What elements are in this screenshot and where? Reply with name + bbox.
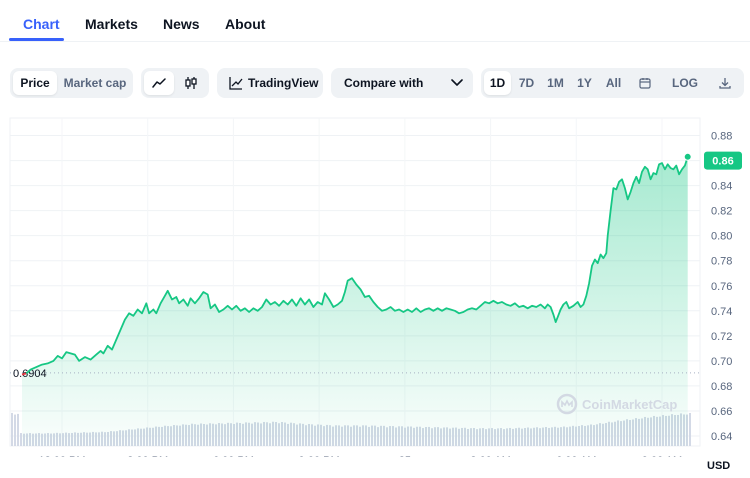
range-all-button[interactable]: All [600, 71, 627, 95]
price-line-down-segment [21, 372, 27, 376]
download-button[interactable] [711, 71, 739, 95]
y-tick-label: 0.84 [711, 181, 732, 193]
compare-dropdown[interactable]: Compare with [331, 68, 473, 98]
download-icon [719, 78, 731, 89]
range-1m-button[interactable]: 1M [542, 71, 569, 95]
current-price-label: 0.86 [712, 156, 733, 168]
volume-bar [20, 433, 22, 446]
range-1d-button[interactable]: 1D [484, 71, 511, 95]
chevron-down-icon [451, 79, 463, 86]
y-tick-label: 0.74 [711, 306, 732, 318]
x-tick-label: 6:00 AM [556, 455, 596, 457]
candlestick-button[interactable] [176, 71, 206, 95]
chart-style-toggle [141, 68, 209, 98]
x-tick-label: 25 [399, 455, 411, 457]
volume-bar [14, 414, 16, 446]
x-tick-label: 9:00 AM [642, 455, 682, 457]
tradingview-icon [229, 77, 243, 90]
x-tick-label: 3:00 AM [470, 455, 510, 457]
tab-bar: Chart Markets News About [0, 0, 750, 42]
active-tab-indicator [9, 38, 64, 41]
y-tick-label: 0.68 [711, 381, 732, 393]
x-tick-label: 9:00 PM [299, 455, 340, 457]
price-chart[interactable]: CoinMarketCap 0.6904 0.880.860.840.820.8… [0, 112, 750, 457]
line-chart-icon [152, 78, 166, 88]
price-button[interactable]: Price [13, 71, 57, 95]
tab-markets[interactable]: Markets [85, 16, 138, 32]
x-tick-label: 12:00 PM [38, 455, 85, 457]
watermark-text: CoinMarketCap [582, 397, 677, 412]
tab-chart[interactable]: Chart [23, 16, 60, 32]
tradingview-label: TradingView [248, 76, 319, 90]
volume-bar [689, 412, 691, 446]
y-tick-label: 0.64 [711, 431, 732, 443]
calendar-icon [639, 78, 651, 89]
current-price-dot[interactable] [683, 152, 692, 161]
x-tick-label: 3:00 PM [127, 455, 168, 457]
price-marketcap-toggle: Price Market cap [10, 68, 133, 98]
range-1y-button[interactable]: 1Y [571, 71, 598, 95]
time-range-group: 1D 7D 1M 1Y All LOG [481, 68, 744, 98]
tradingview-button[interactable]: TradingView [217, 68, 323, 98]
currency-label: USD [707, 460, 731, 472]
compare-label: Compare with [344, 76, 424, 90]
volume-bar [11, 412, 13, 446]
tab-news[interactable]: News [163, 16, 200, 32]
x-tick-label: 6:00 PM [213, 455, 254, 457]
y-tick-label: 0.70 [711, 356, 732, 368]
candlestick-icon [185, 77, 197, 89]
tab-about[interactable]: About [225, 16, 265, 32]
y-tick-label: 0.72 [711, 331, 732, 343]
y-tick-label: 0.82 [711, 206, 732, 218]
y-tick-label: 0.80 [711, 231, 732, 243]
volume-bar [17, 413, 19, 446]
range-7d-button[interactable]: 7D [513, 71, 540, 95]
log-scale-button[interactable]: LOG [667, 71, 703, 95]
y-tick-label: 0.66 [711, 406, 732, 418]
y-tick-label: 0.88 [711, 131, 732, 143]
calendar-button[interactable] [631, 71, 659, 95]
y-tick-label: 0.78 [711, 256, 732, 268]
market-cap-button[interactable]: Market cap [60, 71, 130, 95]
chart-toolbar: Price Market cap TradingView Compare wit… [0, 68, 750, 100]
line-chart-button[interactable] [144, 71, 174, 95]
y-tick-label: 0.76 [711, 281, 732, 293]
